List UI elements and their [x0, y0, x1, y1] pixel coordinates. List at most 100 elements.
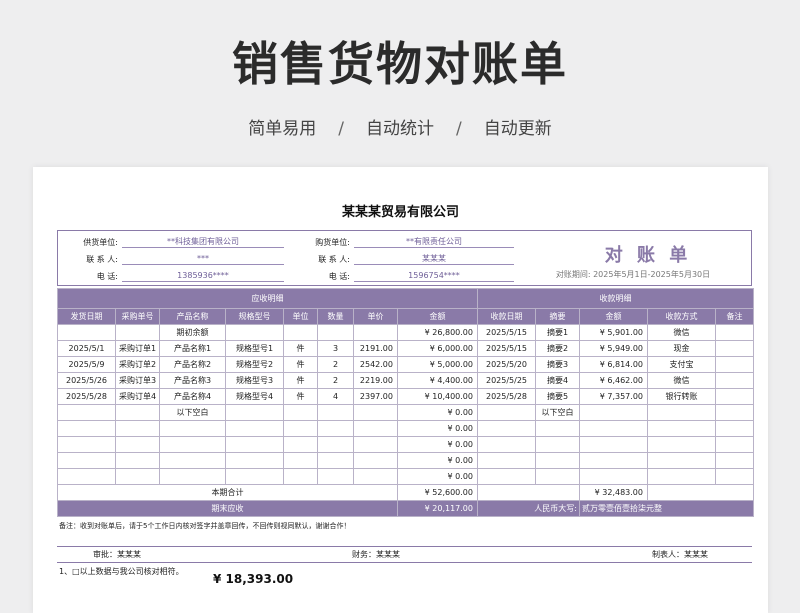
table-cell	[57, 420, 116, 437]
table-cell	[714, 404, 755, 421]
table-cell	[477, 468, 536, 485]
table-cell: 2025/5/15	[477, 340, 536, 357]
table-cell: 期初余额	[159, 324, 226, 341]
ending-row: 期末应收 ¥ 20,117.00 人民币大写: 贰万零壹佰壹拾柒元整	[57, 500, 755, 517]
section-header-row: 应收明细 收款明细	[57, 288, 755, 309]
table-cell: 2542.00	[353, 356, 398, 373]
table-cell	[477, 436, 536, 453]
table-cell	[317, 436, 354, 453]
table-cell: 2025/5/20	[477, 356, 536, 373]
table-cell	[714, 372, 755, 389]
table-cell	[57, 452, 116, 469]
table-body: 期初余额 ¥ 26,800.00 2025/5/15 摘要1 ¥ 5,901.00 微信 2…	[57, 324, 755, 485]
footer-amount: ¥ 18,393.00	[213, 572, 294, 586]
table-cell: 2025/5/9	[57, 356, 116, 373]
column-header: 单价	[353, 308, 398, 325]
table-cell	[353, 468, 398, 485]
column-header: 产品名称	[159, 308, 226, 325]
company-name: 某某某贸易有限公司	[341, 205, 459, 220]
table-cell	[353, 436, 398, 453]
table-cell	[714, 468, 755, 485]
table-cell: ¥ 6,462.00	[579, 372, 648, 389]
table-cell: 2	[317, 356, 354, 373]
table-cell: 以下空白	[535, 404, 580, 421]
confirmation-line: 1、□以上数据与我公司核对相符。	[59, 567, 184, 576]
section-receivable: 应收明细	[57, 288, 478, 309]
finance-signature: 财务：某某某	[352, 550, 400, 559]
column-header: 摘要	[535, 308, 580, 325]
table-cell	[225, 468, 284, 485]
table-cell	[283, 436, 318, 453]
table-cell	[115, 452, 160, 469]
table-cell	[57, 324, 116, 341]
table-cell: 产品名称2	[159, 356, 226, 373]
phone-value-supplier: 1385936****	[122, 269, 284, 282]
table-cell: ¥ 0.00	[397, 452, 478, 469]
table-cell	[225, 404, 284, 421]
contact-label: 联 系 人:	[86, 255, 118, 264]
table-cell: ¥ 0.00	[397, 468, 478, 485]
table-cell	[535, 436, 580, 453]
table-cell: ¥ 5,000.00	[397, 356, 478, 373]
table-cell	[225, 436, 284, 453]
table-cell: ¥ 7,357.00	[579, 388, 648, 405]
contact-label-buyer: 联 系 人:	[318, 255, 350, 264]
subtitle-item-easy: 简单易用	[248, 119, 317, 139]
table-cell: 2397.00	[353, 388, 398, 405]
total-spacer	[477, 484, 580, 501]
table-cell: ¥ 0.00	[397, 436, 478, 453]
hero-title: 销售货物对账单	[232, 37, 568, 91]
subtitle-separator: /	[456, 119, 462, 139]
table-cell: 规格型号2	[225, 356, 284, 373]
table-cell: 摘要2	[535, 340, 580, 357]
table-cell	[115, 468, 160, 485]
table-cell: 2219.00	[353, 372, 398, 389]
table-cell	[353, 420, 398, 437]
table-cell: 产品名称4	[159, 388, 226, 405]
buyer-label: 购货单位:	[315, 238, 350, 247]
phone-value-buyer: 1596754****	[354, 269, 514, 282]
table-cell: ¥ 0.00	[397, 420, 478, 437]
table-cell: 3	[317, 340, 354, 357]
table-cell	[353, 452, 398, 469]
supplier-label: 供货单位:	[83, 238, 118, 247]
table-cell: 件	[283, 356, 318, 373]
total-row: 本期合计 ¥ 52,600.00 ¥ 32,483.00	[57, 484, 755, 501]
table-cell	[647, 468, 716, 485]
table-cell: ¥ 0.00	[397, 404, 478, 421]
contact-value-buyer: 某某某	[354, 252, 514, 265]
table-row: ¥ 0.00	[57, 436, 755, 453]
table-cell	[159, 452, 226, 469]
table-cell	[317, 324, 354, 341]
table-cell	[317, 404, 354, 421]
table-cell	[477, 404, 536, 421]
table-cell: 摘要1	[535, 324, 580, 341]
table-cell	[647, 404, 716, 421]
table-cell: 微信	[647, 324, 716, 341]
table-cell: ¥ 5,901.00	[579, 324, 648, 341]
table-cell: 摘要5	[535, 388, 580, 405]
column-header: 单位	[283, 308, 318, 325]
table-cell	[477, 452, 536, 469]
section-received: 收款明细	[476, 288, 755, 309]
document-title: 对 账 单	[604, 245, 692, 266]
statement-sheet: 某某某贸易有限公司 供货单位: **科技集团有限公司 购货单位: **有限责任公…	[33, 167, 768, 613]
table-cell: 4	[317, 388, 354, 405]
table-cell: 2025/5/28	[57, 388, 116, 405]
table-cell	[714, 420, 755, 437]
table-cell: 2	[317, 372, 354, 389]
table-cell	[317, 468, 354, 485]
subtitle-item-auto-update: 自动更新	[483, 119, 552, 139]
table-cell: 规格型号4	[225, 388, 284, 405]
total-received: ¥ 32,483.00	[579, 484, 648, 501]
subtitle-separator: /	[338, 119, 344, 139]
table-cell	[579, 420, 648, 437]
table-cell	[714, 340, 755, 357]
divider-top	[57, 546, 752, 547]
table-cell: 摘要3	[535, 356, 580, 373]
column-header-row: 发货日期 采购单号 产品名称 规格型号 单位 数量 单价 金额 收款日期 摘要 金额 收款方式 备注	[57, 308, 755, 325]
table-cell	[283, 420, 318, 437]
table-cell	[115, 404, 160, 421]
table-cell: ¥ 4,400.00	[397, 372, 478, 389]
table-cell	[714, 324, 755, 341]
